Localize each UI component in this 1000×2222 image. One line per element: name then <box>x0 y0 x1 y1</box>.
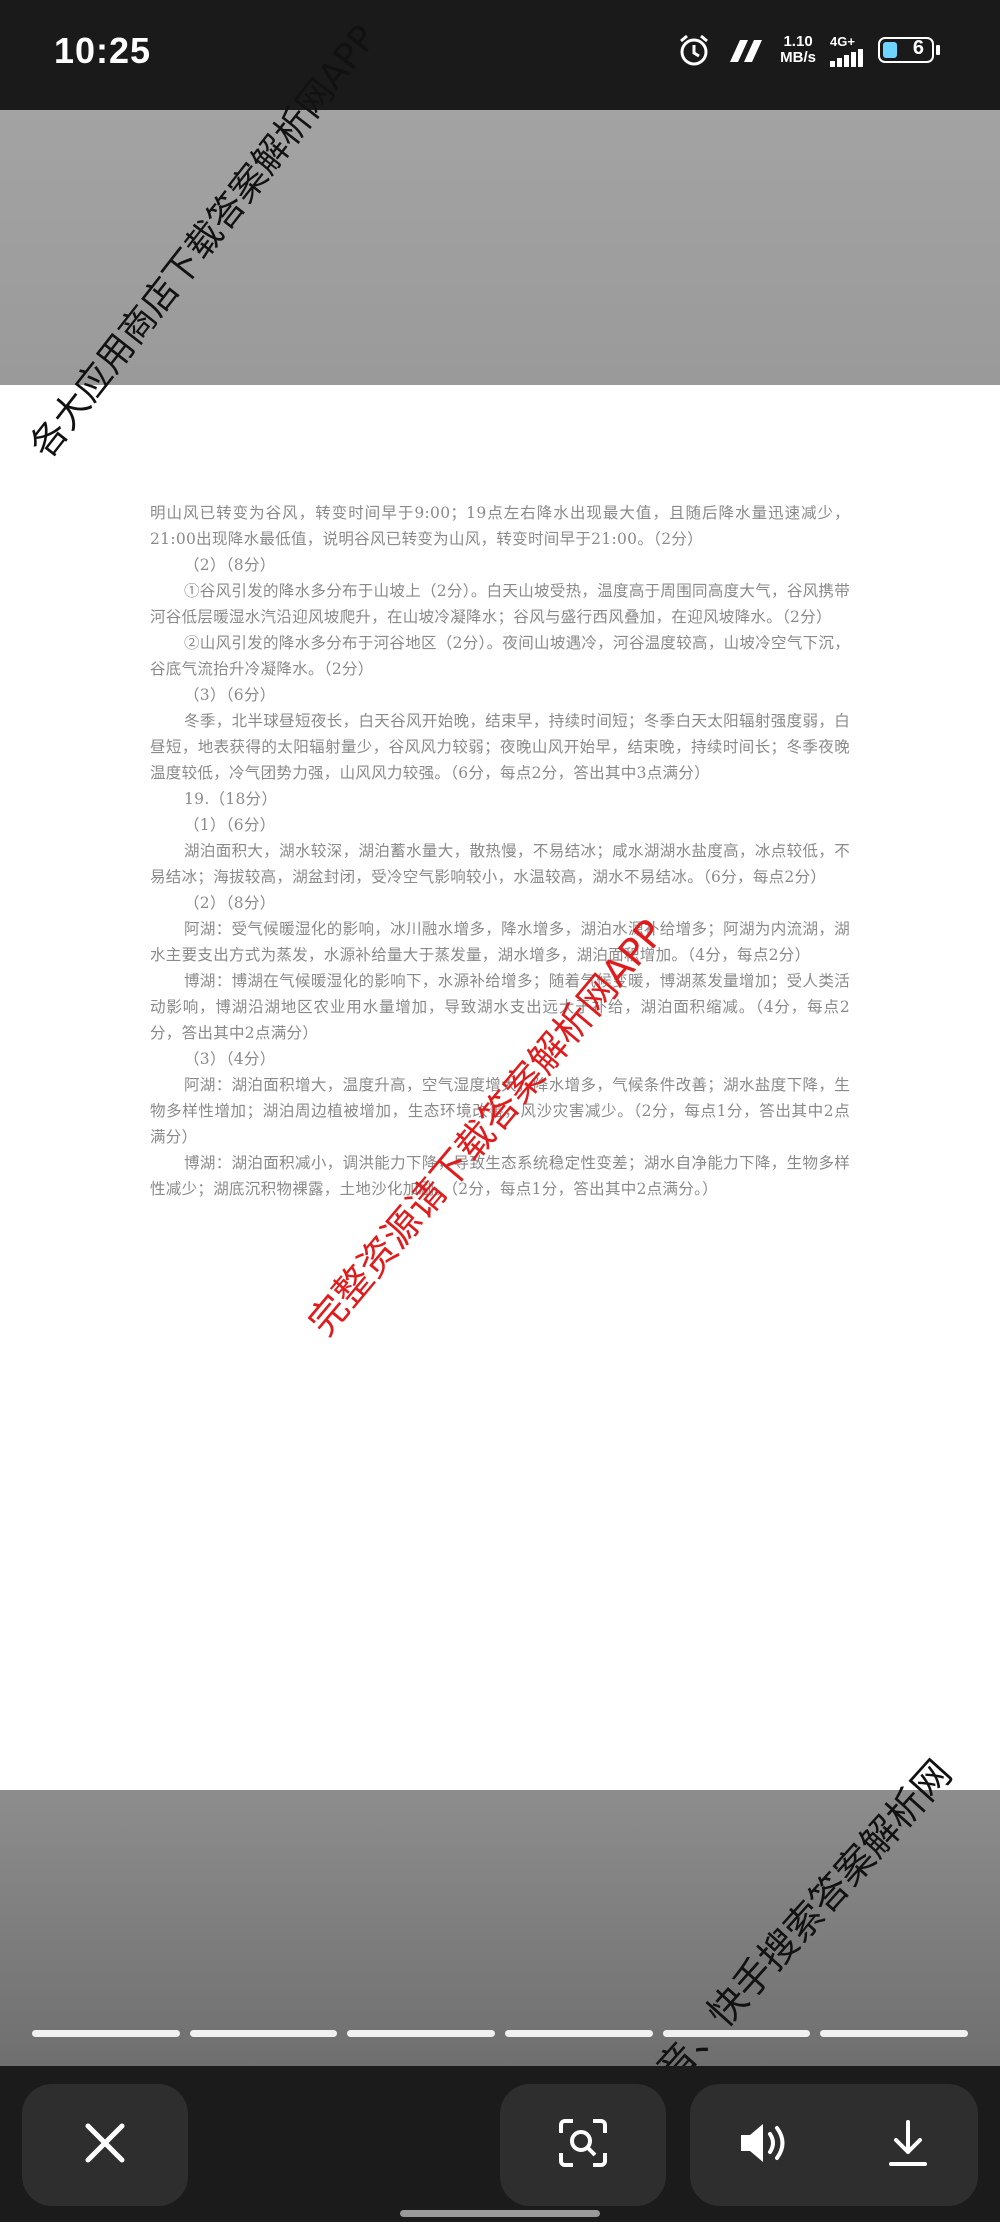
doc-paragraph: ①谷风引发的降水多分布于山坡上（2分）。白天山坡受热，温度高于周围同高度大气，谷… <box>150 582 851 626</box>
progress-segment <box>505 2030 653 2037</box>
document-text: 明山风已转变为谷风，转变时间早于9:00；19点左右降水出现最大值，且随后降水量… <box>150 500 850 1202</box>
doc-paragraph: 19.（18分） <box>184 790 278 808</box>
clock-time: 10:25 <box>54 30 152 71</box>
battery-icon: 6 <box>878 37 940 63</box>
media-controls <box>690 2084 978 2206</box>
lens-icon <box>557 2117 609 2173</box>
bottom-toolbar <box>0 2066 1000 2222</box>
doc-paragraph: （3）（4分） <box>184 1050 276 1068</box>
close-icon <box>82 2120 128 2170</box>
volume-icon[interactable] <box>737 2120 791 2170</box>
doc-paragraph: （2）（8分） <box>184 894 276 912</box>
doc-paragraph: ②山风引发的降水多分布于河谷地区（2分）。夜间山坡遇冷，河谷温度较高，山坡冷空气… <box>150 634 851 678</box>
network-speed: 1.10 MB/s <box>780 34 816 66</box>
alarm-icon <box>676 32 712 68</box>
download-icon[interactable] <box>885 2118 931 2172</box>
doc-paragraph: 湖泊面积大，湖水较深，湖泊蓄水量大，散热慢，不易结冰；咸水湖湖水盐度高，冰点较低… <box>150 842 850 886</box>
progress-segment <box>32 2030 180 2037</box>
home-indicator[interactable] <box>400 2210 600 2217</box>
progress-segment <box>189 2030 338 2037</box>
signal-icon: 4G+ <box>830 34 864 67</box>
signal-label: 4G+ <box>830 33 855 49</box>
doc-paragraph: 阿湖：受气候暖湿化的影响，冰川融水增多，降水增多，湖泊水源补给增多；阿湖为内流湖… <box>150 920 850 964</box>
progress-segment <box>662 2030 811 2037</box>
slideshow-progress <box>32 2030 969 2037</box>
status-icons: 1.10 MB/s 4G+ 6 <box>676 32 940 68</box>
doc-paragraph: （3）（6分） <box>184 686 276 704</box>
hd-voice-icon <box>726 36 766 64</box>
doc-paragraph: （1）（6分） <box>184 816 276 834</box>
net-speed-value: 1.10 <box>783 33 813 50</box>
progress-segment <box>820 2030 969 2037</box>
status-bar: 10:25 1.10 MB/s 4G+ 6 <box>0 0 1000 110</box>
doc-paragraph: （2）（8分） <box>184 556 276 574</box>
doc-paragraph: 阿湖：湖泊面积增大，温度升高，空气湿度增大，降水增多，气候条件改善；湖水盐度下降… <box>150 1076 850 1146</box>
doc-paragraph: 明山风已转变为谷风，转变时间早于9:00；19点左右降水出现最大值，且随后降水量… <box>150 504 850 548</box>
net-speed-unit: MB/s <box>780 49 816 66</box>
lens-button[interactable] <box>500 2084 666 2206</box>
close-button[interactable] <box>22 2084 188 2206</box>
battery-level: 6 <box>912 37 924 59</box>
doc-paragraph: 冬季，北半球昼短夜长，白天谷风开始晚，结束早，持续时间短；冬季白天太阳辐射强度弱… <box>150 712 850 782</box>
doc-paragraph: 博湖：湖泊面积减小，调洪能力下降，导致生态系统稳定性变差；湖水自净能力下降，生物… <box>150 1154 850 1198</box>
progress-segment <box>347 2030 496 2037</box>
doc-paragraph: 博湖：博湖在气候暖湿化的影响下，水源补给增多；随着气候变暖，博湖蒸发量增加；受人… <box>150 972 850 1042</box>
